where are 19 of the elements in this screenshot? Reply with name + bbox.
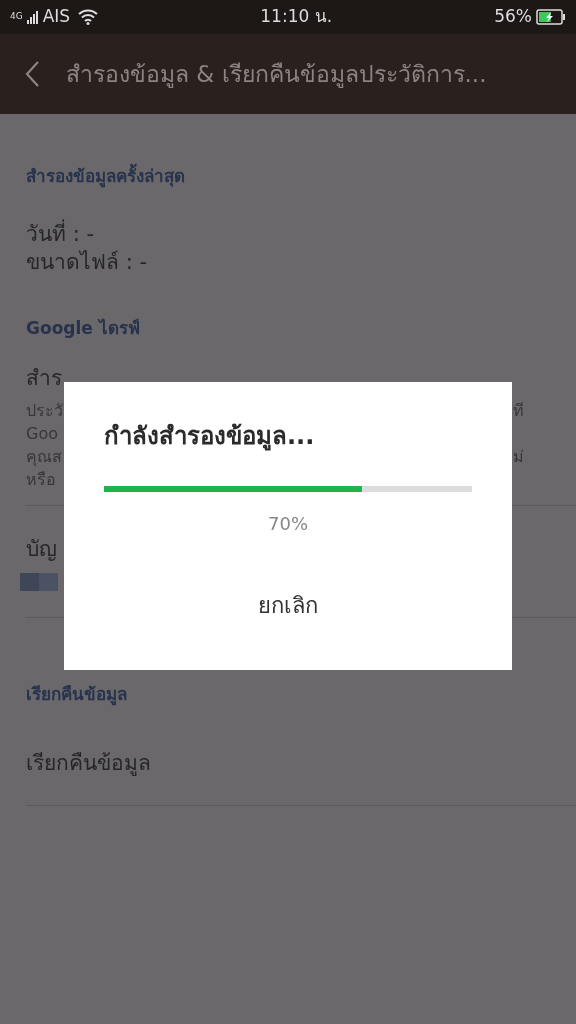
section-header: Google ไดรฟ์ <box>25 316 141 340</box>
section-header: เรียกคืนข้อมูล <box>25 683 128 708</box>
account-label: บัญ <box>26 535 58 563</box>
wifi-icon <box>78 9 99 25</box>
info-text: ขนาดไฟล์ : - <box>26 248 148 276</box>
signal-icon <box>26 10 39 24</box>
info-text: วันที่ : - <box>26 219 95 248</box>
cancel-button[interactable]: ยกเลิก <box>238 581 338 630</box>
network-type: 4G <box>10 10 23 24</box>
screen-title: สำรองข้อมูล & เรียกคืนข้อมูลประวัติการ... <box>66 59 487 90</box>
progress-percentage: 70% <box>268 513 308 534</box>
clock-time: 11:10 น. <box>260 5 333 29</box>
setting-title: สำร <box>26 365 63 392</box>
dialog-title: กำลังสำรองข้อมูล... <box>104 421 316 453</box>
restore-option: เรียกคืนข้อมูล <box>26 747 550 779</box>
section-header: สำรองข้อมูลครั้งล่าสุด <box>0 164 576 190</box>
carrier-name: AIS <box>42 5 71 29</box>
battery-percentage: 56% <box>494 5 532 29</box>
back-icon[interactable] <box>24 60 40 88</box>
